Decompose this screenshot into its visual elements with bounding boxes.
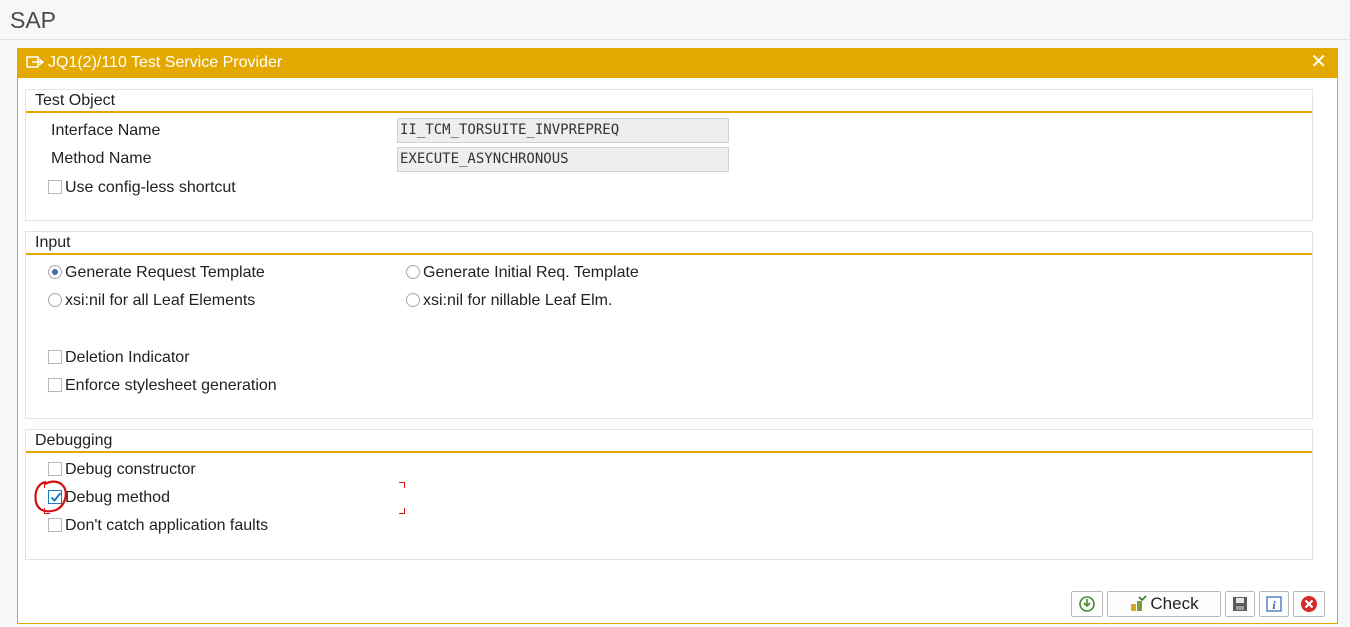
- dont-catch-faults-label: Don't catch application faults: [65, 517, 269, 534]
- radio-button[interactable]: [406, 293, 420, 307]
- test-service-provider-dialog: JQ1(2)/110 Test Service Provider ✕ Test …: [17, 48, 1338, 624]
- dialog-header: JQ1(2)/110 Test Service Provider ✕: [18, 49, 1337, 78]
- check-icon: [1131, 595, 1147, 611]
- radio-label: xsi:nil for all Leaf Elements: [65, 292, 256, 309]
- radio-generate-request-template[interactable]: Generate Request Template: [48, 264, 265, 282]
- radio-button[interactable]: [406, 265, 420, 279]
- config-less-label: Use config-less shortcut: [65, 179, 236, 196]
- test-object-group: Test Object Interface Name II_TCM_TORSUI…: [25, 89, 1313, 221]
- check-button[interactable]: Check: [1107, 591, 1221, 617]
- execute-icon: [1079, 596, 1095, 612]
- input-title: Input: [26, 232, 1312, 255]
- focus-corner-top-right: [399, 482, 405, 488]
- method-name-label: Method Name: [51, 150, 152, 167]
- test-object-title: Test Object: [26, 90, 1312, 113]
- info-icon: i: [1266, 596, 1282, 612]
- debug-method-label: Debug method: [65, 489, 170, 506]
- debugging-title: Debugging: [26, 430, 1312, 453]
- input-group: Input Generate Request Template Generate…: [25, 231, 1313, 419]
- save-icon: [1233, 597, 1247, 611]
- config-less-checkbox[interactable]: [48, 180, 62, 194]
- dont-catch-faults-option[interactable]: Don't catch application faults: [48, 517, 268, 535]
- radio-label: xsi:nil for nillable Leaf Elm.: [423, 292, 613, 309]
- deletion-indicator-checkbox[interactable]: [48, 350, 62, 364]
- radio-generate-initial-req-template[interactable]: Generate Initial Req. Template: [406, 264, 639, 282]
- dialog-icon: [26, 54, 45, 70]
- cancel-button[interactable]: [1293, 591, 1325, 617]
- radio-button-selected[interactable]: [48, 265, 62, 279]
- config-less-option[interactable]: Use config-less shortcut: [48, 179, 236, 197]
- cancel-icon: [1301, 596, 1317, 612]
- method-name-field[interactable]: EXECUTE_ASYNCHRONOUS: [397, 147, 729, 172]
- debug-constructor-checkbox[interactable]: [48, 462, 62, 476]
- deletion-indicator-label: Deletion Indicator: [65, 349, 190, 366]
- radio-label: Generate Request Template: [65, 264, 265, 281]
- radio-xsi-nil-all-leaf[interactable]: xsi:nil for all Leaf Elements: [48, 292, 255, 310]
- close-icon[interactable]: ✕: [1310, 52, 1327, 72]
- interface-name-field[interactable]: II_TCM_TORSUITE_INVPREPREQ: [397, 118, 729, 143]
- save-button[interactable]: [1225, 591, 1255, 617]
- enforce-stylesheet-checkbox[interactable]: [48, 378, 62, 392]
- app-title: SAP: [10, 7, 57, 33]
- debugging-group: Debugging Debug constructor Debug method…: [25, 429, 1313, 560]
- annotation-circle-icon: [34, 480, 67, 513]
- dont-catch-faults-checkbox[interactable]: [48, 518, 62, 532]
- info-button[interactable]: i: [1259, 591, 1289, 617]
- radio-xsi-nil-nillable-leaf[interactable]: xsi:nil for nillable Leaf Elm.: [406, 292, 612, 310]
- radio-label: Generate Initial Req. Template: [423, 264, 639, 281]
- check-label: Check: [1150, 594, 1199, 613]
- execute-button[interactable]: [1071, 591, 1103, 617]
- enforce-stylesheet-option[interactable]: Enforce stylesheet generation: [48, 377, 277, 395]
- interface-name-label: Interface Name: [51, 122, 161, 139]
- radio-button[interactable]: [48, 293, 62, 307]
- debug-constructor-option[interactable]: Debug constructor: [48, 461, 196, 479]
- debug-constructor-label: Debug constructor: [65, 461, 196, 478]
- dialog-title: JQ1(2)/110 Test Service Provider: [48, 54, 283, 71]
- deletion-indicator-option[interactable]: Deletion Indicator: [48, 349, 190, 367]
- focus-corner-bottom-right: [399, 508, 405, 514]
- enforce-stylesheet-label: Enforce stylesheet generation: [65, 377, 277, 394]
- shell-header: SAP: [0, 0, 1350, 40]
